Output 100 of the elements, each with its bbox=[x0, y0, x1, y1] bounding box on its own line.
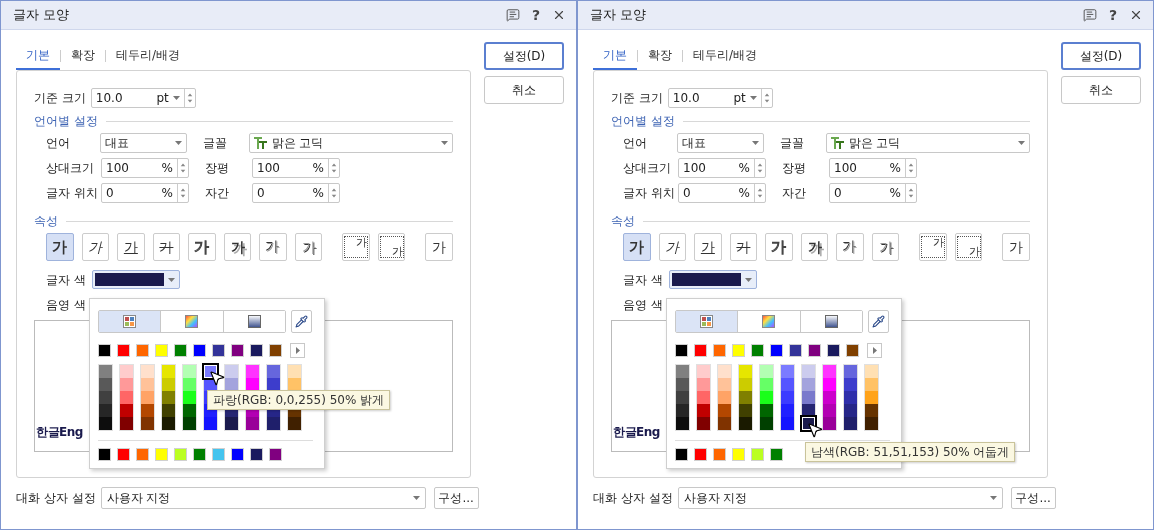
color-swatch[interactable] bbox=[99, 404, 112, 417]
color-swatch[interactable] bbox=[844, 404, 857, 417]
number-field[interactable]: 100 % bbox=[101, 158, 189, 178]
color-swatch[interactable] bbox=[802, 365, 815, 378]
color-swatch[interactable] bbox=[676, 378, 689, 391]
number-field[interactable]: 100 % bbox=[829, 158, 917, 178]
color-swatch[interactable] bbox=[162, 365, 175, 378]
color-swatch[interactable] bbox=[865, 365, 878, 378]
attribute-button[interactable]: 가 bbox=[658, 233, 687, 261]
attribute-button[interactable]: 가 bbox=[152, 233, 181, 261]
color-swatch[interactable] bbox=[694, 448, 707, 461]
spinner-arrows-icon[interactable] bbox=[328, 159, 339, 177]
color-swatch[interactable] bbox=[204, 417, 217, 430]
spinner-arrows-icon[interactable] bbox=[905, 159, 916, 177]
attribute-button[interactable]: 가 bbox=[765, 233, 793, 261]
color-swatch[interactable] bbox=[697, 404, 710, 417]
color-swatch[interactable] bbox=[676, 365, 689, 378]
dialog-button[interactable]: 취소 bbox=[1061, 76, 1141, 104]
color-swatch[interactable] bbox=[183, 417, 196, 430]
attribute-button[interactable]: 가 bbox=[117, 233, 145, 261]
color-swatch[interactable] bbox=[760, 378, 773, 391]
color-swatch[interactable] bbox=[846, 344, 859, 357]
picker-tab[interactable] bbox=[799, 311, 862, 332]
color-swatch[interactable] bbox=[718, 391, 731, 404]
color-swatch[interactable] bbox=[823, 365, 836, 378]
attribute-button[interactable]: 가 bbox=[919, 233, 947, 261]
spinner-arrows-icon[interactable] bbox=[183, 89, 195, 107]
tab[interactable]: 확장 bbox=[61, 42, 105, 70]
more-colors-button[interactable] bbox=[290, 343, 305, 358]
color-swatch[interactable] bbox=[174, 448, 187, 461]
attribute-button[interactable]: 가 bbox=[81, 233, 110, 261]
attribute-button[interactable]: 가 bbox=[377, 233, 406, 261]
color-swatch[interactable] bbox=[120, 391, 133, 404]
color-swatch[interactable] bbox=[183, 391, 196, 404]
color-swatch[interactable] bbox=[739, 365, 752, 378]
color-swatch[interactable] bbox=[770, 448, 783, 461]
color-swatch[interactable] bbox=[781, 365, 794, 378]
color-swatch[interactable] bbox=[231, 344, 244, 357]
color-swatch[interactable] bbox=[739, 378, 752, 391]
close-icon[interactable] bbox=[1129, 8, 1143, 22]
spinner-arrows-icon[interactable] bbox=[328, 184, 339, 202]
color-swatch[interactable] bbox=[844, 365, 857, 378]
color-swatch[interactable] bbox=[760, 417, 773, 430]
color-swatch[interactable] bbox=[713, 448, 726, 461]
spinner-arrows-icon[interactable] bbox=[177, 159, 188, 177]
spinner-arrows-icon[interactable] bbox=[760, 89, 772, 107]
spinner-arrows-icon[interactable] bbox=[754, 184, 765, 202]
color-swatch[interactable] bbox=[781, 417, 794, 430]
color-swatch[interactable] bbox=[781, 391, 794, 404]
attribute-button[interactable]: 가 bbox=[954, 233, 983, 261]
color-swatch[interactable] bbox=[141, 417, 154, 430]
color-swatch[interactable] bbox=[162, 378, 175, 391]
eyedropper-button[interactable] bbox=[291, 310, 312, 333]
color-swatch[interactable] bbox=[694, 344, 707, 357]
color-swatch[interactable] bbox=[136, 344, 149, 357]
color-swatch[interactable] bbox=[269, 344, 282, 357]
color-swatch[interactable] bbox=[120, 404, 133, 417]
color-swatch[interactable] bbox=[827, 344, 840, 357]
color-swatch[interactable] bbox=[193, 344, 206, 357]
attribute-button[interactable]: 가 bbox=[223, 233, 252, 261]
color-swatch[interactable] bbox=[760, 391, 773, 404]
more-colors-button[interactable] bbox=[867, 343, 882, 358]
color-swatch[interactable] bbox=[288, 365, 301, 378]
color-swatch[interactable] bbox=[823, 417, 836, 430]
color-swatch[interactable] bbox=[141, 378, 154, 391]
color-swatch[interactable] bbox=[802, 378, 815, 391]
number-field[interactable]: 10.0 pt bbox=[90, 88, 196, 108]
color-swatch[interactable] bbox=[697, 417, 710, 430]
color-swatch[interactable] bbox=[718, 365, 731, 378]
color-swatch[interactable] bbox=[781, 378, 794, 391]
color-swatch[interactable] bbox=[141, 404, 154, 417]
color-swatch[interactable] bbox=[162, 404, 175, 417]
color-swatch[interactable] bbox=[136, 448, 149, 461]
comment-icon[interactable] bbox=[1082, 8, 1097, 22]
picker-tab[interactable] bbox=[676, 311, 738, 332]
color-swatch[interactable] bbox=[697, 365, 710, 378]
attribute-button[interactable]: 가 bbox=[342, 233, 370, 261]
color-swatch[interactable] bbox=[99, 378, 112, 391]
color-dropdown[interactable] bbox=[668, 270, 757, 289]
color-swatch[interactable] bbox=[141, 365, 154, 378]
color-swatch[interactable] bbox=[865, 391, 878, 404]
dialog-button[interactable]: 취소 bbox=[484, 76, 564, 104]
attribute-button[interactable]: 가 bbox=[188, 233, 216, 261]
font-dropdown[interactable]: 맑은 고딕 bbox=[248, 133, 453, 153]
number-field[interactable]: 100 % bbox=[252, 158, 340, 178]
dialog-button[interactable]: 설정(D) bbox=[1061, 42, 1141, 70]
number-field[interactable]: 10.0 pt bbox=[667, 88, 773, 108]
attribute-button[interactable]: 가 bbox=[425, 233, 453, 261]
color-swatch[interactable] bbox=[676, 391, 689, 404]
spinner-arrows-icon[interactable] bbox=[177, 184, 188, 202]
color-swatch[interactable] bbox=[288, 417, 301, 430]
tab[interactable]: 테두리/배경 bbox=[106, 42, 191, 70]
color-swatch[interactable] bbox=[675, 448, 688, 461]
color-swatch[interactable] bbox=[183, 404, 196, 417]
color-swatch[interactable] bbox=[718, 417, 731, 430]
color-swatch[interactable] bbox=[120, 417, 133, 430]
color-swatch[interactable] bbox=[269, 448, 282, 461]
close-icon[interactable] bbox=[552, 8, 566, 22]
color-swatch[interactable] bbox=[865, 378, 878, 391]
color-swatch[interactable] bbox=[718, 404, 731, 417]
